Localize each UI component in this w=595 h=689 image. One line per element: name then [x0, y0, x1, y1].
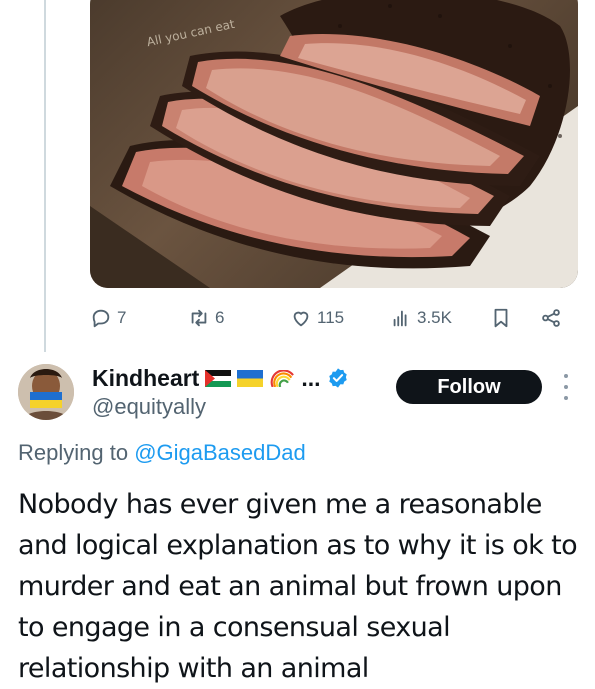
heart-icon [293, 311, 309, 327]
tweet-action-bar: 7 6 115 3.5K [90, 302, 570, 334]
reply-action[interactable]: 7 [90, 302, 126, 334]
palestine-flag-icon [205, 369, 232, 387]
avatar[interactable] [18, 364, 74, 420]
replying-to-line: Replying to @GigaBasedDad [18, 440, 306, 466]
tweet-image-brisket[interactable]: All you can eat [90, 0, 578, 288]
reply-tweet-text: Nobody has ever given me a reasonable an… [18, 489, 578, 684]
bookmark-icon [494, 308, 508, 328]
display-name-ellipsis: ... [301, 364, 321, 391]
views-action[interactable]: 3.5K [390, 302, 452, 334]
more-options-icon[interactable] [560, 374, 572, 400]
like-count: 115 [317, 308, 345, 327]
like-action[interactable]: 115 [290, 302, 344, 334]
retweet-icon [191, 309, 207, 327]
follow-button[interactable]: Follow [396, 370, 542, 404]
share-icon [542, 309, 560, 327]
thread-connector-line [44, 0, 46, 352]
analytics-icon [393, 310, 407, 327]
verified-badge-icon[interactable] [327, 367, 349, 389]
reply-author-row: Kindheart ... [92, 364, 349, 392]
replying-to-mention[interactable]: @GigaBasedDad [134, 440, 306, 465]
user-handle[interactable]: @equityally [92, 394, 206, 420]
ukraine-flag-icon [237, 369, 264, 387]
view-count: 3.5K [417, 308, 452, 327]
reply-count: 7 [117, 308, 127, 327]
replying-prefix: Replying to [18, 440, 129, 465]
retweet-action[interactable]: 6 [188, 302, 224, 334]
retweet-count: 6 [215, 308, 225, 327]
reply-icon [92, 309, 110, 328]
bookmark-action[interactable] [490, 302, 512, 334]
avatar-image [18, 364, 74, 420]
rainbow-icon [271, 369, 295, 387]
display-name[interactable]: Kindheart [92, 365, 199, 392]
share-action[interactable] [540, 302, 562, 334]
